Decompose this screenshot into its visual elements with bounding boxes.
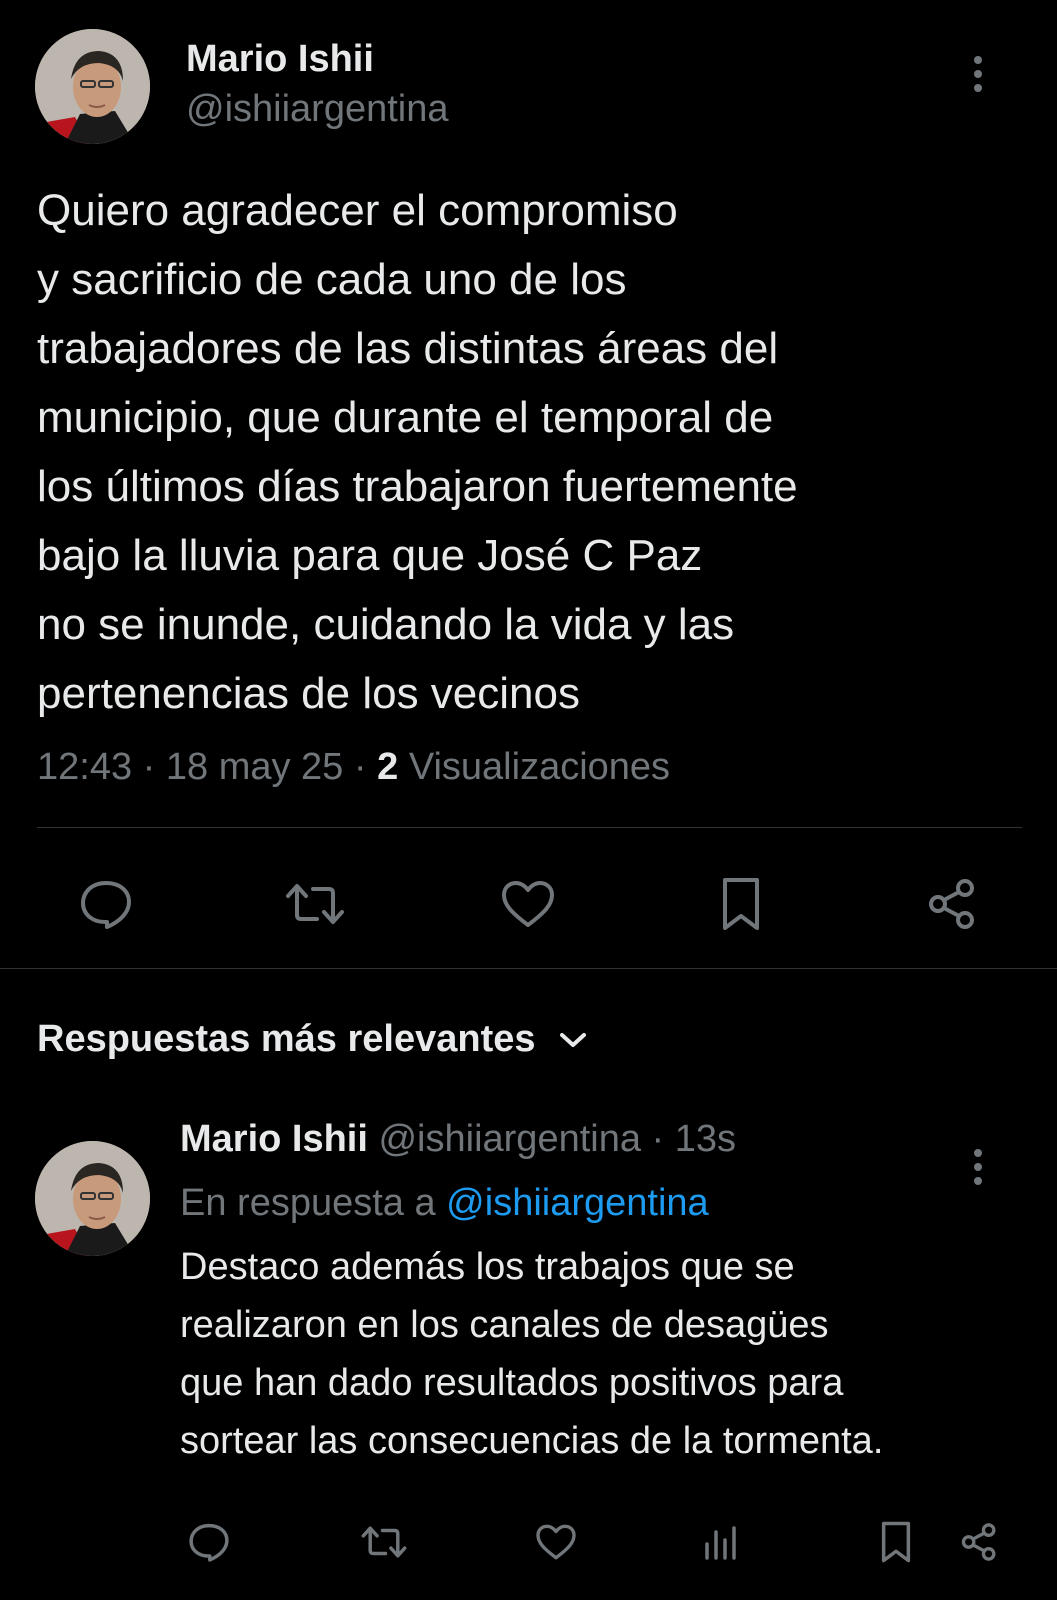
reply-analytics-button[interactable] [697,1518,745,1566]
reply-text-line: realizaron en los canales de desagües [180,1304,829,1346]
replying-to-prefix: En respuesta a [180,1182,436,1224]
tweet-text-line: pertenencias de los vecinos [37,669,580,718]
bookmark-icon [723,878,759,930]
divider [37,827,1022,828]
like-button[interactable] [496,872,560,936]
reply-text: Destaco además los trabajos que se reali… [180,1238,883,1470]
share-icon [929,879,974,929]
chevron-down-icon [558,1030,588,1050]
views-count[interactable]: 2 [377,746,398,788]
tweet-text-line: Quiero agradecer el compromiso [37,186,678,235]
reply-text-line: que han dado resultados positivos para [180,1362,844,1404]
meta-separator: · [353,746,367,788]
meta-separator: · [142,746,156,788]
reply-repost-button[interactable] [360,1518,408,1566]
tweet-meta: 12:43 · 18 may 25 · 2 Visualizaciones [37,744,670,790]
reply-header: Mario Ishii @ishiiargentina · 13s [180,1114,736,1164]
chat-bubble-icon [81,881,131,929]
reply-text-line: sortear las consecuencias de la tormenta… [180,1420,884,1462]
tweet-text-line: municipio, que durante el temporal de [37,393,774,442]
views-label[interactable]: Visualizaciones [409,746,670,788]
reply-text-line: Destaco además los trabajos que se [180,1246,795,1288]
tweet-time[interactable]: 12:43 [37,746,132,788]
reply-author-handle[interactable]: @ishiiargentina [378,1118,641,1160]
reply-reply-button[interactable] [185,1518,233,1566]
tweet-date[interactable]: 18 may 25 [166,746,343,788]
meta-separator: · [651,1118,665,1160]
reply-button[interactable] [74,872,138,936]
reply-author-name[interactable]: Mario Ishii [180,1118,368,1160]
divider [0,968,1057,969]
more-options-icon[interactable] [966,52,990,96]
bookmark-icon [881,1521,911,1563]
tweet-text-line: bajo la lluvia para que José C Paz [37,531,703,580]
chat-bubble-icon [189,1523,229,1562]
repost-icon [361,1526,407,1558]
replying-to: En respuesta a @ishiiargentina [180,1178,709,1228]
share-button[interactable] [920,872,984,936]
author-handle[interactable]: @ishiiargentina [186,87,449,131]
bookmark-button[interactable] [709,872,773,936]
reply-time[interactable]: 13s [675,1118,736,1160]
replying-to-mention[interactable]: @ishiiargentina [446,1182,709,1224]
replies-sort-dropdown[interactable]: Respuestas más relevantes [37,1018,588,1061]
author-avatar[interactable] [35,29,150,144]
replies-sort-label: Respuestas más relevantes [37,1018,536,1060]
analytics-icon [705,1526,736,1560]
tweet-text: Quiero agradecer el compromiso y sacrifi… [37,176,1027,728]
reply-bookmark-button[interactable] [872,1518,920,1566]
heart-icon [502,881,554,927]
tweet-text-line: y sacrificio de cada uno de los [37,255,627,304]
reply-like-button[interactable] [532,1518,580,1566]
reply-share-button[interactable] [955,1518,1003,1566]
share-icon [961,1523,996,1561]
heart-icon [536,1524,576,1560]
author-name[interactable]: Mario Ishii [186,37,374,81]
repost-button[interactable] [283,872,347,936]
tweet-text-line: no se inunde, cuidando la vida y las [37,600,735,649]
repost-icon [286,884,344,924]
reply-more-options-icon[interactable] [966,1145,990,1189]
tweet-text-line: los últimos días trabajaron fuertemente [37,462,798,511]
reply-author-avatar[interactable] [35,1141,150,1256]
tweet-text-line: trabajadores de las distintas áreas del [37,324,779,373]
